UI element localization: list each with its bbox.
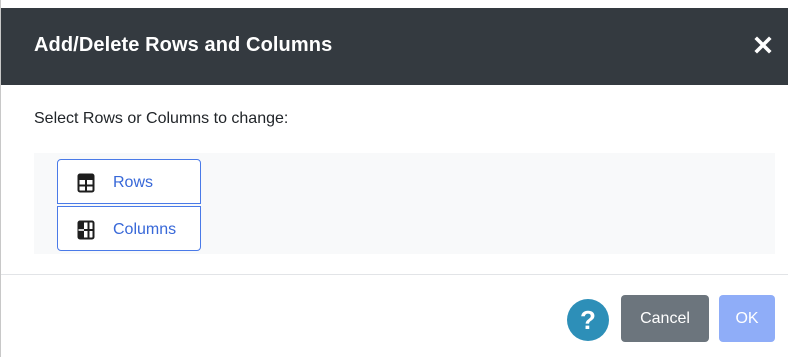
rows-label: Rows (113, 174, 154, 191)
columns-label: Columns (113, 221, 177, 238)
rows-columns-button-group: Rows Columns (57, 159, 203, 254)
help-icon[interactable]: ? (567, 299, 609, 341)
dialog-title: Add/Delete Rows and Columns (34, 34, 333, 56)
dialog-prompt: Select Rows or Columns to change: (34, 110, 289, 127)
footer-divider (1, 274, 788, 275)
cancel-button[interactable]: Cancel (621, 295, 709, 342)
ok-button[interactable]: OK (719, 295, 775, 342)
dialog-header: Add/Delete Rows and Columns (1, 8, 788, 85)
add-delete-rows-columns-dialog: Add/Delete Rows and Columns Select Rows … (0, 0, 788, 357)
close-icon[interactable] (752, 33, 774, 57)
options-panel: Rows Columns (34, 153, 775, 254)
columns-button[interactable]: Columns (57, 206, 201, 251)
table-rows-icon (77, 173, 95, 193)
table-columns-icon (77, 220, 95, 240)
rows-button[interactable]: Rows (57, 159, 201, 204)
help-symbol: ? (580, 305, 596, 335)
